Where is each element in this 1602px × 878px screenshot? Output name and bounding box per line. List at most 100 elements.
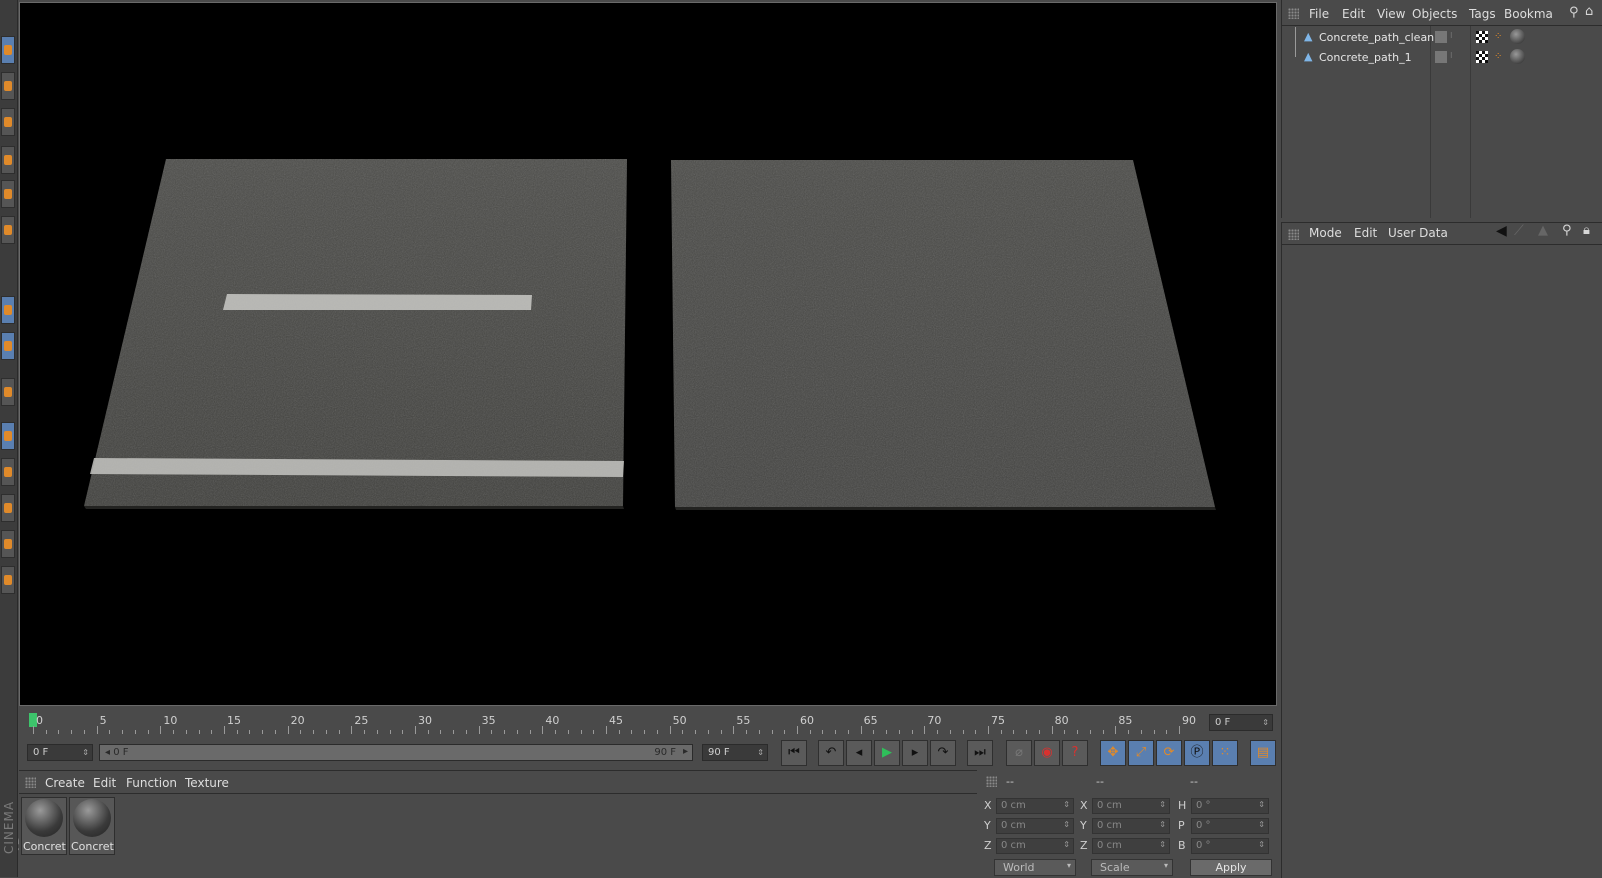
- menu-file[interactable]: File: [1309, 7, 1329, 21]
- menu-user-data[interactable]: User Data: [1388, 226, 1448, 240]
- menu-edit[interactable]: Edit: [93, 776, 116, 790]
- lock-icon[interactable]: 🔒︎: [1583, 223, 1590, 238]
- visibility-dots-icon[interactable]: ⁝: [1450, 31, 1462, 43]
- key-scale-button[interactable]: ⤢: [1128, 740, 1154, 766]
- layer-icon[interactable]: [1435, 51, 1447, 63]
- magnet-button[interactable]: [1, 530, 15, 558]
- search-icon[interactable]: ⚲: [1569, 5, 1579, 20]
- points-mode-button[interactable]: [1, 146, 15, 174]
- timeline-window-button[interactable]: ▤: [1250, 740, 1276, 766]
- prev-key-button[interactable]: ↶: [818, 740, 844, 766]
- size-y-field[interactable]: 0 cm ⇕: [1092, 818, 1170, 834]
- next-key-button[interactable]: ↷: [930, 740, 956, 766]
- menu-view[interactable]: View: [1377, 7, 1405, 21]
- material-tag-icon[interactable]: [1510, 29, 1525, 44]
- menu-objects[interactable]: Objects: [1412, 7, 1457, 21]
- home-icon[interactable]: ⌂: [1585, 4, 1593, 19]
- autokey-button[interactable]: ◉: [1034, 740, 1060, 766]
- material-tag-icon[interactable]: [1510, 49, 1525, 64]
- texture-tag-icon[interactable]: [1476, 31, 1488, 43]
- menu-create[interactable]: Create: [45, 776, 85, 790]
- ruler-tick: [1140, 730, 1142, 734]
- key-parameter-button[interactable]: Ⓟ: [1184, 740, 1210, 766]
- spin-arrows-icon: ⇕: [82, 748, 89, 757]
- pos-z-field[interactable]: 0 cm ⇕: [996, 838, 1074, 854]
- goto-start-button[interactable]: ⏮: [781, 740, 807, 766]
- object-row[interactable]: ▲ Concrete_path_1 ⁝ ⁘: [1282, 47, 1602, 67]
- spin-arrows-icon: ⇕: [1063, 800, 1070, 809]
- menu-function[interactable]: Function: [126, 776, 177, 790]
- record-keys-button[interactable]: ⌀: [1006, 740, 1032, 766]
- polygons-mode-button[interactable]: [1, 216, 15, 244]
- play-button[interactable]: ▶: [874, 740, 900, 766]
- rot-p-field[interactable]: 0 ° ⇕: [1191, 818, 1269, 834]
- rot-b-field[interactable]: 0 ° ⇕: [1191, 838, 1269, 854]
- key-pla-button[interactable]: ⁙: [1212, 740, 1238, 766]
- texture-mode-button[interactable]: [1, 72, 15, 100]
- prev-frame-button[interactable]: ◂: [846, 740, 872, 766]
- timeline-ruler[interactable]: 0 F ⇕ 0 5 10 15 20 25 30 35 40 45 50 55 60 65 70 75 80 85 9…: [19, 710, 1277, 738]
- 3d-viewport[interactable]: [19, 2, 1277, 706]
- object-name: Concrete_path_clean: [1319, 31, 1435, 44]
- extra-tool-button[interactable]: [1, 566, 15, 594]
- back-arrow-icon[interactable]: ◀: [1496, 223, 1507, 239]
- size-z-label: Z: [1080, 839, 1088, 852]
- key-rotation-button[interactable]: ⟳: [1156, 740, 1182, 766]
- menu-bookmarks[interactable]: Bookma: [1504, 7, 1553, 21]
- ruler-tick: [733, 726, 735, 734]
- layer-icon[interactable]: [1435, 31, 1447, 43]
- coord-scale-dropdown[interactable]: Scale ▾: [1091, 859, 1173, 876]
- key-position-button[interactable]: ✥: [1100, 740, 1126, 766]
- rot-h-field[interactable]: 0 ° ⇕: [1191, 798, 1269, 814]
- panel-grip-icon[interactable]: [1288, 8, 1299, 19]
- material-swatch[interactable]: Concret: [21, 797, 67, 855]
- size-z-field[interactable]: 0 cm ⇕: [1092, 838, 1170, 854]
- menu-mode[interactable]: Mode: [1309, 226, 1342, 240]
- lock-workplane-button[interactable]: [1, 422, 15, 450]
- material-swatch[interactable]: Concret: [69, 797, 115, 855]
- next-frame-button[interactable]: ▸: [902, 740, 928, 766]
- axis-button[interactable]: [1, 378, 15, 406]
- ruler-frame-label: 40: [545, 714, 560, 727]
- workplane-button[interactable]: [1, 108, 15, 136]
- ruler-tick: [173, 730, 175, 734]
- coord-mode-dropdown[interactable]: World ▾: [994, 859, 1076, 876]
- menu-texture[interactable]: Texture: [185, 776, 229, 790]
- panel-grip-icon[interactable]: [1288, 229, 1299, 240]
- end-frame-field[interactable]: 90 F ⇕: [702, 744, 768, 761]
- rot-p-label: P: [1178, 819, 1185, 832]
- ruler-tick: [440, 730, 442, 734]
- keyframe-selection-button[interactable]: ?: [1062, 740, 1088, 766]
- start-frame-field[interactable]: 0 F ⇕: [27, 744, 93, 761]
- model-mode-button[interactable]: [1, 36, 15, 64]
- ruler-frame-label: 50: [672, 714, 687, 727]
- snap-button[interactable]: [1, 332, 15, 360]
- apply-button[interactable]: Apply: [1190, 859, 1272, 876]
- edges-icon: [4, 189, 12, 199]
- range-slider[interactable]: ◂ 0 F 90 F ▸: [99, 744, 693, 761]
- object-row[interactable]: ▲ Concrete_path_clean ⁝ ⁘: [1282, 27, 1602, 49]
- visibility-dots-icon[interactable]: ⁝: [1450, 51, 1462, 63]
- goto-end-button[interactable]: ⏭: [967, 740, 993, 766]
- pos-x-field[interactable]: 0 cm ⇕: [996, 798, 1074, 814]
- current-frame-field[interactable]: 0 F ⇕: [1209, 714, 1273, 731]
- phong-tag-icon[interactable]: ⁘: [1494, 51, 1506, 63]
- forward-arrow-icon[interactable]: ⟋: [1514, 223, 1524, 239]
- ruler-tick: [656, 730, 658, 734]
- ruler-tick: [427, 730, 429, 734]
- pos-y-field[interactable]: 0 cm ⇕: [996, 818, 1074, 834]
- menu-tags[interactable]: Tags: [1469, 7, 1496, 21]
- paint-button[interactable]: [1, 494, 15, 522]
- up-arrow-icon[interactable]: ▲: [1538, 223, 1548, 238]
- phong-tag-icon[interactable]: ⁘: [1494, 31, 1506, 43]
- size-x-field[interactable]: 0 cm ⇕: [1092, 798, 1170, 814]
- sculpt-button[interactable]: [1, 458, 15, 486]
- panel-grip-icon[interactable]: [986, 776, 997, 787]
- edges-mode-button[interactable]: [1, 180, 15, 208]
- menu-edit[interactable]: Edit: [1354, 226, 1377, 240]
- panel-grip-icon[interactable]: [25, 777, 36, 788]
- texture-tag-icon[interactable]: [1476, 51, 1488, 63]
- menu-edit[interactable]: Edit: [1342, 7, 1365, 21]
- move-tool-button[interactable]: [1, 296, 15, 324]
- search-icon[interactable]: ⚲: [1562, 223, 1572, 238]
